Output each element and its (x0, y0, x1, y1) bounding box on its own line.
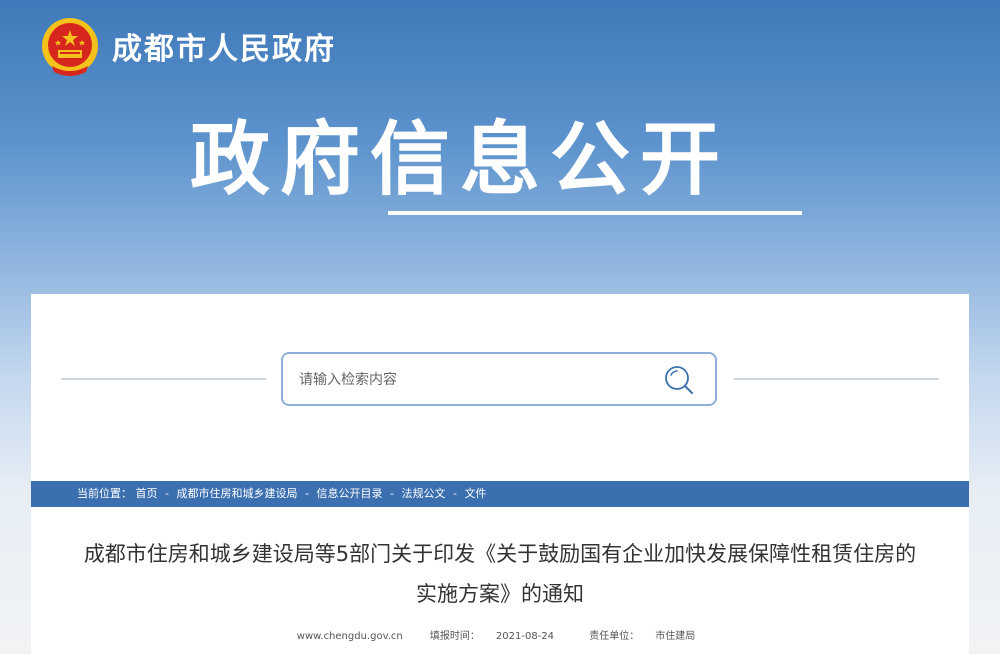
search-divider-left (61, 378, 266, 380)
breadcrumb-separator: - (304, 487, 309, 500)
search-input[interactable] (297, 354, 651, 406)
source-site: www.chengdu.gov.cn (296, 631, 403, 642)
breadcrumb-separator: - (452, 487, 457, 500)
breadcrumb-home[interactable]: 首页 (136, 487, 158, 500)
article-meta: www.chengdu.gov.cn 填报时间： 2021-08-24 责任单位：… (31, 627, 969, 642)
site-title[interactable]: 成都市人民政府 (112, 28, 336, 72)
content-card: 当前位置： 首页 - 成都市住房和城乡建设局 - 信息公开目录 - 法规公文 -… (31, 294, 969, 654)
responsible-unit: 市住建局 (655, 631, 696, 642)
breadcrumb-regulations[interactable]: 法规公文 (401, 487, 445, 500)
breadcrumb: 当前位置： 首页 - 成都市住房和城乡建设局 - 信息公开目录 - 法规公文 -… (31, 481, 969, 507)
date-label: 填报时间： (429, 631, 480, 642)
hero-title: 政府信息公开 (190, 113, 730, 206)
breadcrumb-documents[interactable]: 文件 (464, 487, 486, 500)
breadcrumb-separator: - (389, 487, 394, 500)
search-box (281, 352, 717, 406)
search-icon[interactable] (661, 362, 697, 398)
article-title: 成都市住房和城乡建设局等5部门关于印发《关于鼓励国有企业加快发展保障性租赁住房的… (61, 534, 939, 614)
publish-date: 2021-08-24 (495, 631, 555, 642)
hero-underline (388, 211, 802, 215)
breadcrumb-housing-bureau[interactable]: 成都市住房和城乡建设局 (176, 487, 297, 500)
search-divider-right (734, 378, 939, 380)
article-title-line2: 实施方案》的通知 (416, 582, 584, 606)
breadcrumb-separator: - (165, 487, 169, 500)
article-title-line1: 成都市住房和城乡建设局等5部门关于印发《关于鼓励国有企业加快发展保障性租赁住房的 (83, 542, 917, 566)
breadcrumb-disclosure-catalog[interactable]: 信息公开目录 (316, 487, 382, 500)
breadcrumb-prefix: 当前位置： (77, 487, 132, 500)
unit-label: 责任单位： (589, 631, 640, 642)
national-emblem-icon (42, 18, 98, 76)
